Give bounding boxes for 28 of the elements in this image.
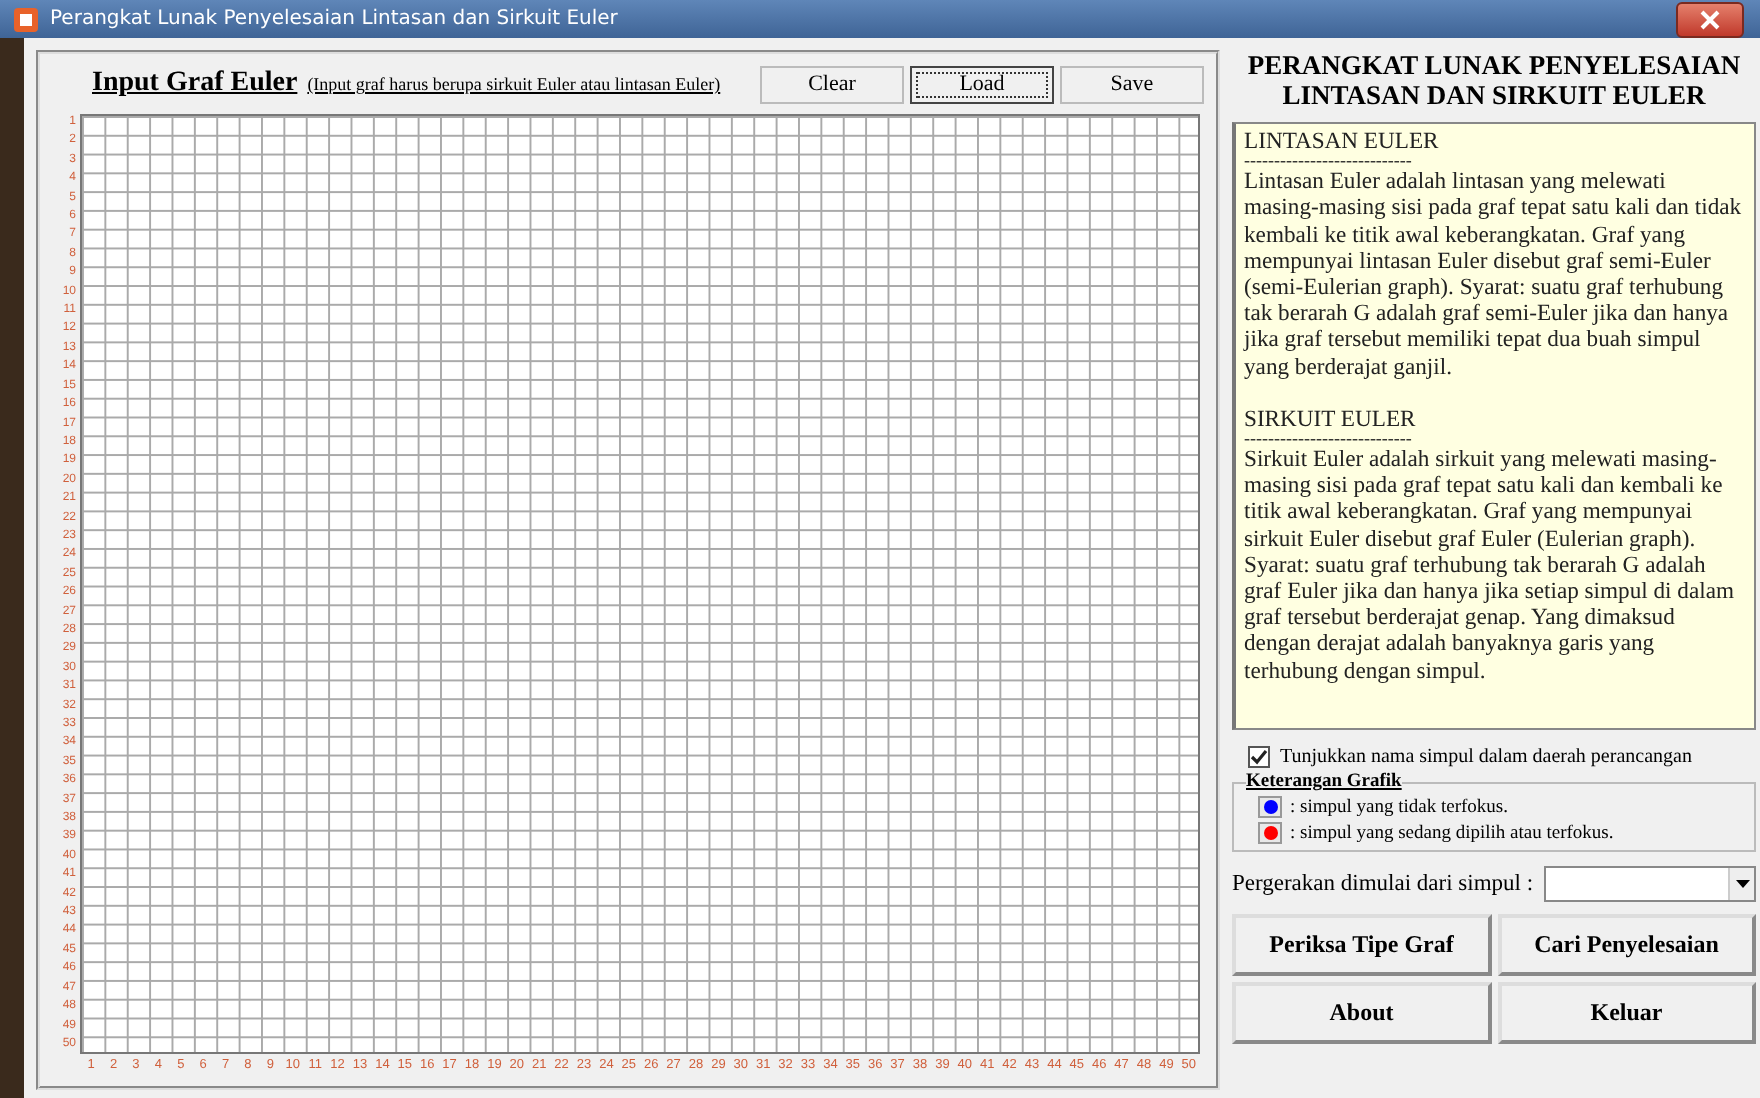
editor-note: (Input graf harus berupa sirkuit Euler atau lintasan Euler) [307, 74, 721, 94]
editor-title: Input Graf Euler [92, 68, 298, 100]
action-button[interactable]: Periksa Tipe Graf [1232, 914, 1491, 976]
section-text: Sirkuit Euler adalah sirkuit yang melewati masing-masing sisi pada graf tepat satu kali dan kembali ke titik awal keberangkatan. Graf yang mempunyai sirkuit Euler disebut graf Euler (Eulerian graph). Syarat: suatu graf terhubung tak berarah G adalah graf Euler jika dan hanya jika setiap simpul di dalam graf tersebut berderajat genap. Yang dimaksud dengan derajat adalah banyaknya garis yang terhubung dengan simpul. [1244, 446, 1737, 684]
legend-label: : simpul yang tidak terfokus. [1290, 797, 1508, 817]
window-title: Perangkat Lunak Penyelesaian Lintasan dan Sirkuit Euler [50, 8, 620, 30]
checkbox-label: Tunjukkan nama simpul dalam daerah perancangan [1280, 746, 1692, 768]
close-button[interactable] [1676, 1, 1744, 37]
action-button[interactable]: About [1232, 982, 1491, 1044]
section-rule: ---------------------------- [1244, 154, 1414, 169]
toolbar-button[interactable]: Clear [760, 65, 904, 103]
toolbar-button[interactable]: Load [910, 65, 1054, 103]
app-heading: PERANGKAT LUNAK PENYELESAIAN LINTASAN DAN SIRKUIT EULER [1245, 50, 1743, 110]
section-rule: ---------------------------- [1244, 432, 1414, 447]
dropdown-arrow-icon [1735, 880, 1749, 888]
checkbox[interactable] [1248, 746, 1270, 768]
section-title: LINTASAN EULER [1244, 128, 1441, 155]
action-button[interactable]: Cari Penyelesaian [1497, 914, 1756, 976]
app-icon [12, 5, 40, 33]
close-icon [1700, 9, 1720, 29]
action-button[interactable]: Keluar [1497, 982, 1756, 1044]
toolbar-button[interactable]: Save [1060, 65, 1204, 103]
section-text: Lintasan Euler adalah lintasan yang melewati masing-masing sisi pada graf tepat satu kali dan tidak kembali ke titik awal keberangkatan. Graf yang mempunyai lintasan Euler disebut graf semi-Euler (semi-Eulerian graph). Syarat: suatu graf terhubung tak berarah G adalah graf semi-Euler jika dan hanya jika graf tersebut memiliki tepat dua buah simpul yang berderajat ganjil. [1244, 168, 1744, 380]
legend-label: : simpul yang sedang dipilih atau terfokus. [1290, 823, 1614, 843]
start-node-dropdown[interactable] [1543, 866, 1756, 902]
section-title: SIRKUIT EULER [1244, 405, 1418, 433]
legend-title: Keterangan Grafik [1246, 772, 1402, 792]
start-label: Pergerakan dimulai dari simpul : [1232, 872, 1534, 896]
